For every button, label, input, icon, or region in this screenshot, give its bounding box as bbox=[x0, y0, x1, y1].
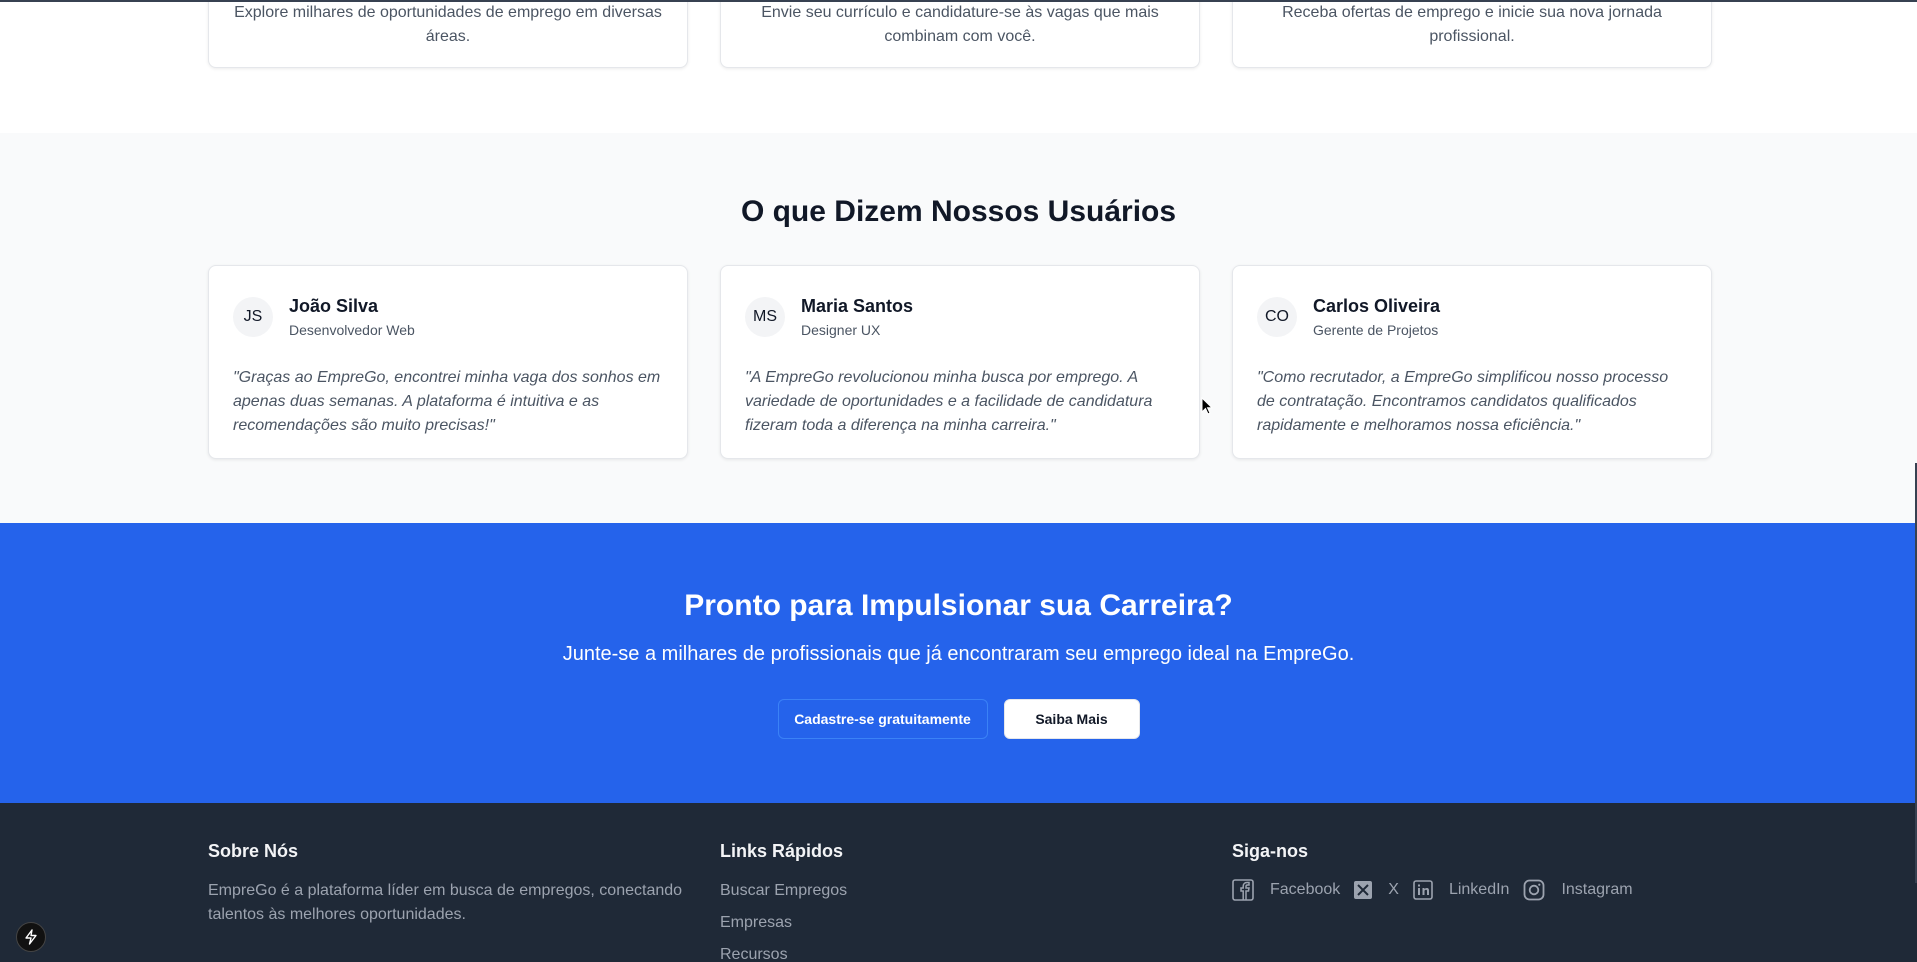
social-linkedin[interactable]: LinkedIn bbox=[1413, 880, 1510, 900]
cta-buttons: Cadastre-se gratuitamente Saiba Mais bbox=[0, 699, 1917, 739]
social-facebook[interactable]: Facebook bbox=[1232, 879, 1340, 901]
testimonial-header: MS Maria Santos Designer UX bbox=[745, 294, 1175, 340]
linkedin-icon bbox=[1413, 880, 1433, 900]
testimonial-header: JS João Silva Desenvolvedor Web bbox=[233, 294, 663, 340]
feature-text: Envie seu currículo e candidature-se às … bbox=[761, 4, 1159, 45]
learn-more-button[interactable]: Saiba Mais bbox=[1003, 699, 1140, 739]
dev-tools-badge[interactable] bbox=[16, 922, 46, 952]
testimonial-name: Carlos Oliveira bbox=[1313, 296, 1441, 316]
feature-text: Explore milhares de oportunidades de emp… bbox=[234, 4, 662, 45]
footer-social-title: Siga-nos bbox=[1232, 841, 1309, 861]
feature-text: Receba ofertas de emprego e inicie sua n… bbox=[1282, 4, 1662, 45]
testimonial-name: João Silva bbox=[289, 296, 379, 316]
testimonial-card: JS João Silva Desenvolvedor Web "Graças … bbox=[208, 265, 688, 459]
social-linkedin-label: LinkedIn bbox=[1448, 881, 1510, 898]
social-links: Facebook X LinkedIn Instagram bbox=[1232, 879, 1647, 901]
features-section: Explore milhares de oportunidades de emp… bbox=[0, 0, 1917, 133]
testimonial-quote: "A EmpreGo revolucionou minha busca por … bbox=[745, 369, 1153, 434]
social-instagram[interactable]: Instagram bbox=[1523, 879, 1633, 901]
social-x-label: X bbox=[1388, 881, 1399, 898]
mouse-cursor-icon bbox=[1201, 396, 1214, 420]
testimonials-section: O que Dizem Nossos Usuários JS João Silv… bbox=[0, 133, 1917, 523]
avatar: JS bbox=[233, 297, 273, 337]
testimonial-role: Desenvolvedor Web bbox=[289, 322, 415, 338]
social-x[interactable]: X bbox=[1354, 881, 1399, 899]
footer-about: Sobre Nós EmpreGo é a plataforma líder e… bbox=[208, 839, 698, 927]
header-divider bbox=[0, 0, 1917, 2]
social-instagram-label: Instagram bbox=[1561, 881, 1633, 898]
footer-link-empresas[interactable]: Empresas bbox=[720, 911, 847, 935]
cta-section: Pronto para Impulsionar sua Carreira? Ju… bbox=[0, 523, 1917, 803]
testimonial-role: Designer UX bbox=[801, 322, 881, 338]
footer-about-text: EmpreGo é a plataforma líder em busca de… bbox=[208, 882, 683, 923]
signup-button[interactable]: Cadastre-se gratuitamente bbox=[777, 699, 988, 739]
lightning-icon bbox=[25, 929, 37, 945]
testimonial-card: MS Maria Santos Designer UX "A EmpreGo r… bbox=[720, 265, 1200, 459]
feature-card: Explore milhares de oportunidades de emp… bbox=[208, 0, 688, 68]
footer-links-list: Buscar Empregos Empresas Recursos bbox=[720, 879, 847, 962]
footer-link-buscar-empregos[interactable]: Buscar Empregos bbox=[720, 879, 847, 903]
social-facebook-label: Facebook bbox=[1270, 881, 1341, 898]
cta-subtitle: Junte-se a milhares de profissionais que… bbox=[562, 643, 1355, 665]
avatar: CO bbox=[1257, 297, 1297, 337]
testimonial-role: Gerente de Projetos bbox=[1313, 322, 1439, 338]
footer-links: Links Rápidos Buscar Empregos Empresas R… bbox=[720, 839, 847, 962]
footer-links-title: Links Rápidos bbox=[720, 841, 844, 861]
testimonials-title: O que Dizem Nossos Usuários bbox=[740, 195, 1177, 228]
testimonial-card: CO Carlos Oliveira Gerente de Projetos "… bbox=[1232, 265, 1712, 459]
testimonial-name: Maria Santos bbox=[801, 296, 914, 316]
cta-title: Pronto para Impulsionar sua Carreira? bbox=[684, 589, 1233, 622]
footer-link-recursos[interactable]: Recursos bbox=[720, 943, 847, 962]
instagram-icon bbox=[1524, 879, 1545, 901]
testimonial-header: CO Carlos Oliveira Gerente de Projetos bbox=[1257, 294, 1687, 340]
facebook-icon bbox=[1232, 879, 1254, 901]
avatar: MS bbox=[745, 297, 785, 337]
feature-card: Envie seu currículo e candidature-se às … bbox=[720, 0, 1200, 68]
footer-social: Siga-nos Facebook X LinkedIn Instagram bbox=[1232, 839, 1647, 901]
feature-card: Receba ofertas de emprego e inicie sua n… bbox=[1232, 0, 1712, 68]
testimonial-quote: "Como recrutador, a EmpreGo simplificou … bbox=[1257, 369, 1669, 434]
footer: Sobre Nós EmpreGo é a plataforma líder e… bbox=[0, 803, 1917, 962]
testimonial-quote: "Graças ao EmpreGo, encontrei minha vaga… bbox=[233, 369, 661, 434]
x-icon bbox=[1354, 881, 1373, 899]
footer-about-title: Sobre Nós bbox=[208, 841, 299, 861]
